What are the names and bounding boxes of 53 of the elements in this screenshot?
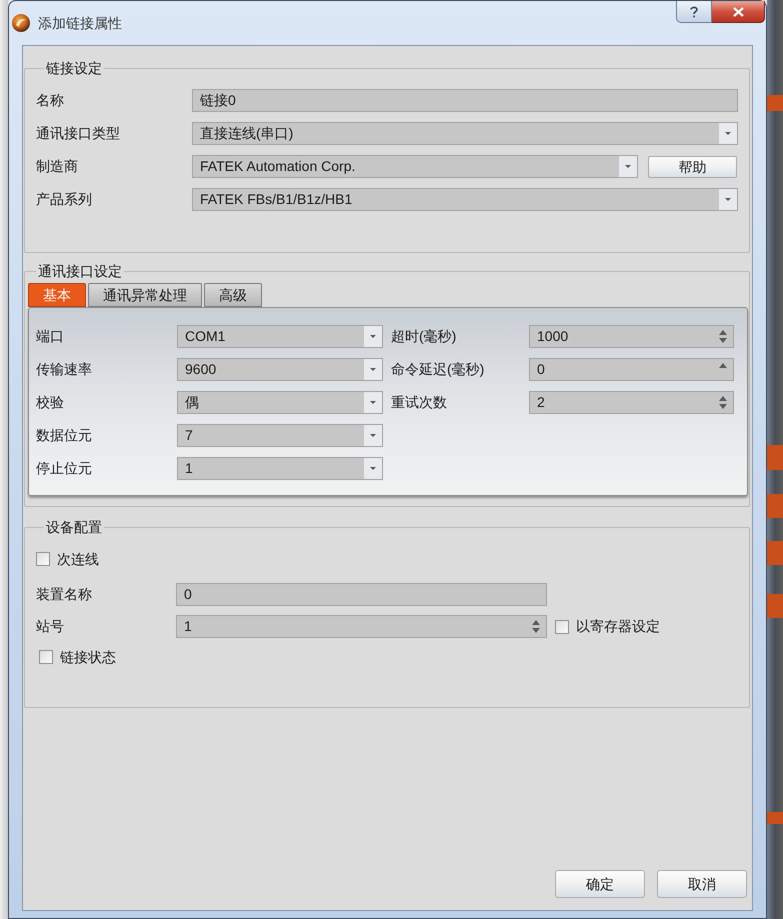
checkbox[interactable]: [36, 552, 50, 566]
field-label: 产品系列: [36, 190, 93, 209]
field-label: 通讯接口类型: [36, 124, 121, 143]
field-label: 校验: [36, 393, 65, 412]
help-button[interactable]: [676, 1, 712, 23]
field-label: 重试次数: [391, 393, 448, 412]
help-icon: [690, 6, 698, 18]
spin-field[interactable]: 2: [529, 391, 734, 414]
dropdown-field[interactable]: FATEK FBs/B1/B1z/HB1: [192, 188, 738, 211]
field-label: 停止位元: [36, 459, 93, 478]
dialog-button[interactable]: 取消: [657, 870, 747, 898]
dropdown-field[interactable]: COM1: [177, 325, 383, 348]
spin-up-arrow-icon[interactable]: [719, 363, 727, 368]
field-label: 超时(毫秒): [391, 327, 458, 346]
dropdown-field[interactable]: FATEK Automation Corp.: [192, 155, 638, 178]
spin-arrows-icon[interactable]: [719, 396, 727, 409]
spin-field[interactable]: 1000: [529, 325, 734, 348]
window-title: 添加链接属性: [38, 14, 122, 32]
field-label: 站号: [36, 617, 65, 636]
dropdown-field[interactable]: 7: [177, 424, 383, 447]
text-field[interactable]: 链接0: [192, 89, 738, 112]
text-field[interactable]: 0: [176, 583, 547, 606]
spin-arrows-icon[interactable]: [719, 330, 727, 343]
dropdown-field[interactable]: 9600: [177, 358, 383, 381]
help-text-button[interactable]: 帮助: [648, 156, 737, 178]
field-label: 传输速率: [36, 360, 93, 379]
tab[interactable]: 通讯异常处理: [88, 283, 202, 307]
dropdown-field[interactable]: 偶: [177, 391, 383, 414]
group-title: 链接设定: [45, 60, 103, 76]
dialog-button[interactable]: 确定: [555, 870, 645, 898]
spin-arrows-icon[interactable]: [532, 620, 540, 633]
field-label: 装置名称: [36, 585, 93, 604]
checkbox-label: 次连线: [57, 550, 99, 568]
close-button[interactable]: [712, 1, 765, 23]
tab[interactable]: 高级: [204, 283, 262, 307]
app-logo-icon: [12, 14, 30, 32]
close-icon: [732, 6, 744, 16]
field-label: 数据位元: [36, 426, 93, 445]
tab[interactable]: 基本: [28, 283, 86, 307]
field-label: 端口: [36, 327, 65, 346]
group-title: 设备配置: [45, 519, 103, 535]
spin-field[interactable]: 1: [176, 615, 547, 638]
checkbox[interactable]: [39, 650, 53, 664]
group-title: 通讯接口设定: [37, 263, 123, 279]
dropdown-field[interactable]: 1: [177, 457, 383, 480]
dropdown-field[interactable]: 直接连线(串口): [192, 122, 738, 145]
field-label: 命令延迟(毫秒): [391, 360, 486, 379]
checkbox-label: 链接状态: [60, 648, 116, 666]
field-label: 制造商: [36, 157, 79, 176]
field-label: 名称: [36, 91, 65, 110]
checkbox-label: 以寄存器设定: [576, 617, 660, 636]
spin-field[interactable]: 0: [529, 358, 734, 381]
checkbox[interactable]: [555, 620, 569, 634]
